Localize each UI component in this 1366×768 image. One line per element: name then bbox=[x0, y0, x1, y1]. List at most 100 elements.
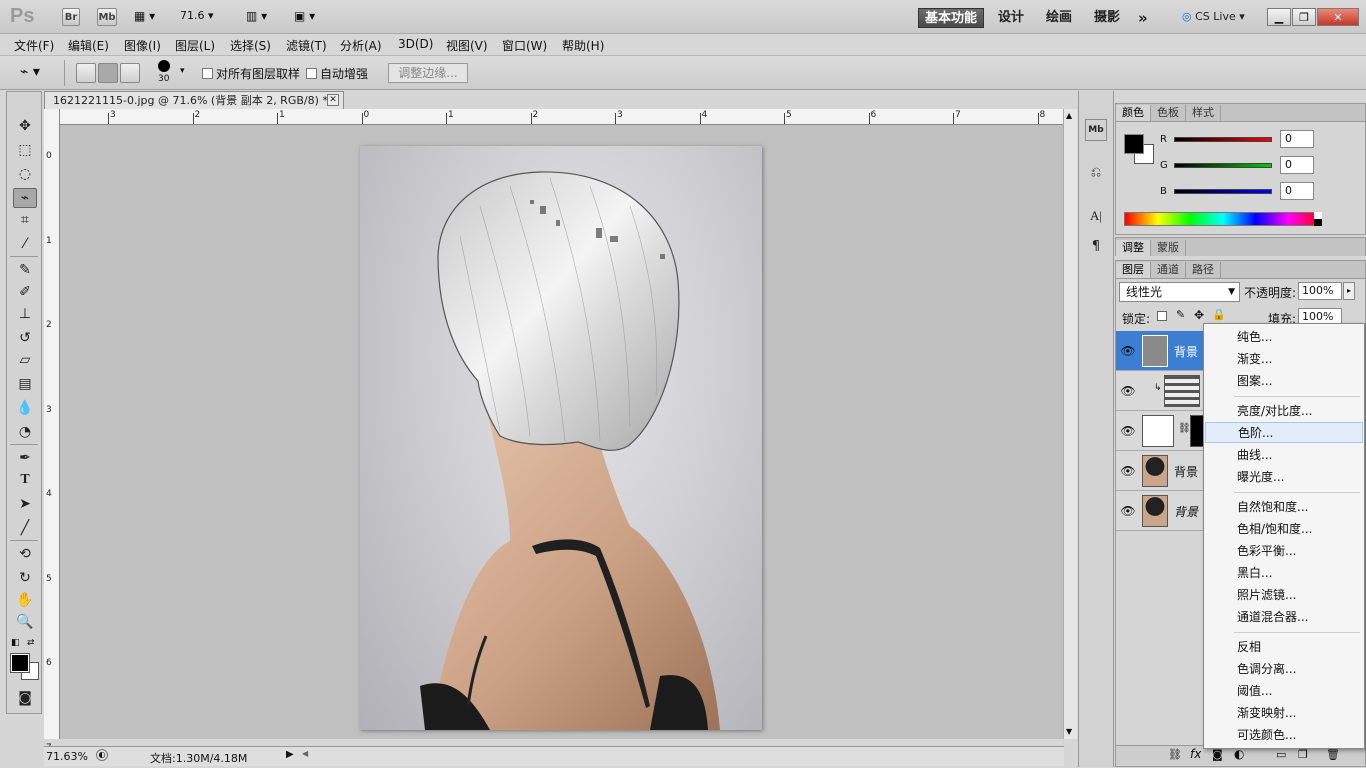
zoom-readout[interactable]: 71.63% bbox=[46, 750, 88, 763]
minimize-button[interactable]: ▁ bbox=[1267, 8, 1291, 26]
layer-row[interactable]: 👁 背景 bbox=[1116, 331, 1204, 371]
tool-preset-picker[interactable]: ⌁ ▾ bbox=[20, 64, 56, 82]
dodge-tool-icon[interactable]: ◔ bbox=[13, 422, 37, 442]
menu-item-gradient[interactable]: 渐变... bbox=[1205, 349, 1363, 370]
close-button[interactable]: ✕ bbox=[1317, 8, 1359, 26]
menu-item-pattern[interactable]: 图案... bbox=[1205, 371, 1363, 392]
mini-bridge-button[interactable]: Mb bbox=[97, 8, 117, 26]
status-menu-arrow-icon[interactable]: ▶ bbox=[286, 749, 294, 760]
document-image[interactable] bbox=[360, 146, 762, 730]
cs-live-menu[interactable]: ◎ CS Live ▾ bbox=[1182, 10, 1245, 23]
menu-select[interactable]: 选择(S) bbox=[230, 37, 271, 54]
subtract-selection-brush-icon[interactable] bbox=[120, 63, 140, 83]
gradient-tool-icon[interactable]: ▤ bbox=[13, 374, 37, 394]
menu-item-gradient-map[interactable]: 渐变映射... bbox=[1205, 703, 1363, 724]
menu-item-curves[interactable]: 曲线... bbox=[1205, 445, 1363, 466]
menu-item-hue-saturation[interactable]: 色相/饱和度... bbox=[1205, 519, 1363, 540]
crop-tool-icon[interactable]: ⌗ bbox=[13, 210, 37, 230]
scroll-left-icon[interactable]: ◀ bbox=[302, 749, 308, 758]
screen-mode-dropdown[interactable]: ▣ ▾ bbox=[294, 9, 328, 25]
add-mask-icon[interactable]: ◙ bbox=[1212, 748, 1223, 761]
workspace-design[interactable]: 设计 bbox=[992, 8, 1030, 28]
scroll-down-icon[interactable]: ▼ bbox=[1066, 727, 1072, 736]
3d-orbit-tool-icon[interactable]: ↻ bbox=[13, 568, 37, 588]
eraser-tool-icon[interactable]: ▱ bbox=[13, 350, 37, 370]
status-options-icon[interactable]: ◐ bbox=[96, 749, 108, 761]
menu-item-exposure[interactable]: 曝光度... bbox=[1205, 467, 1363, 488]
menu-item-channel-mixer[interactable]: 通道混合器... bbox=[1205, 607, 1363, 628]
layer-row[interactable]: 👁 背景 bbox=[1116, 491, 1204, 531]
history-panel-icon[interactable]: ⎌ bbox=[1085, 161, 1107, 183]
menu-item-posterize[interactable]: 色调分离... bbox=[1205, 659, 1363, 680]
layer-row[interactable]: 👁 背景 bbox=[1116, 451, 1204, 491]
tab-adjustments[interactable]: 调整 bbox=[1116, 240, 1151, 256]
brush-picker-arrow-icon[interactable]: ▾ bbox=[180, 66, 185, 76]
menu-item-solid-color[interactable]: 纯色... bbox=[1205, 327, 1363, 348]
opacity-input[interactable]: 100% bbox=[1298, 282, 1342, 300]
new-selection-brush-icon[interactable] bbox=[76, 63, 96, 83]
tab-layers[interactable]: 图层 bbox=[1116, 262, 1151, 278]
menu-item-black-white[interactable]: 黑白... bbox=[1205, 563, 1363, 584]
menu-item-invert[interactable]: 反相 bbox=[1205, 637, 1363, 658]
close-document-icon[interactable]: ✕ bbox=[327, 94, 339, 106]
menu-3d[interactable]: 3D(D) bbox=[398, 37, 433, 51]
lock-pixels-icon[interactable]: ✎ bbox=[1176, 308, 1185, 321]
red-value[interactable]: 0 bbox=[1280, 130, 1314, 148]
menu-filter[interactable]: 滤镜(T) bbox=[286, 37, 327, 54]
menu-edit[interactable]: 编辑(E) bbox=[68, 37, 109, 54]
paragraph-panel-icon[interactable]: ¶ bbox=[1085, 235, 1107, 257]
color-spectrum-bar[interactable] bbox=[1124, 212, 1322, 226]
blue-slider[interactable] bbox=[1174, 189, 1272, 194]
tab-paths[interactable]: 路径 bbox=[1186, 262, 1221, 278]
menu-view[interactable]: 视图(V) bbox=[446, 37, 488, 54]
type-tool-icon[interactable]: T bbox=[13, 470, 37, 490]
layer-row[interactable]: 👁 ⛓ bbox=[1116, 411, 1204, 451]
quick-mask-icon[interactable]: ◙ bbox=[13, 688, 37, 708]
healing-brush-tool-icon[interactable]: ✎ bbox=[13, 260, 37, 280]
lasso-tool-icon[interactable]: ◌ bbox=[13, 164, 37, 184]
tab-swatches[interactable]: 色板 bbox=[1151, 105, 1186, 121]
menu-item-levels[interactable]: 色阶... bbox=[1205, 422, 1363, 443]
bridge-button[interactable]: Br bbox=[62, 8, 80, 26]
menu-item-color-balance[interactable]: 色彩平衡... bbox=[1205, 541, 1363, 562]
layer-row[interactable]: 👁 ↳ bbox=[1116, 371, 1204, 411]
lock-position-icon[interactable]: ✥ bbox=[1194, 308, 1204, 322]
menu-item-brightness-contrast[interactable]: 亮度/对比度... bbox=[1205, 401, 1363, 422]
line-tool-icon[interactable]: ╱ bbox=[13, 518, 37, 538]
sample-all-layers-checkbox[interactable] bbox=[202, 68, 213, 79]
green-value[interactable]: 0 bbox=[1280, 156, 1314, 174]
workspace-painting[interactable]: 绘画 bbox=[1040, 8, 1078, 28]
pen-tool-icon[interactable]: ✒ bbox=[13, 448, 37, 468]
menu-item-photo-filter[interactable]: 照片滤镜... bbox=[1205, 585, 1363, 606]
refine-edge-button[interactable]: 调整边缘... bbox=[388, 63, 468, 83]
layer-style-icon[interactable]: fx bbox=[1190, 747, 1201, 761]
default-colors-icon[interactable]: ◧ bbox=[11, 638, 20, 648]
hand-tool-icon[interactable]: ✋ bbox=[13, 590, 37, 610]
vertical-scrollbar[interactable]: ▲ ▼ bbox=[1063, 109, 1077, 739]
scroll-up-icon[interactable]: ▲ bbox=[1066, 111, 1072, 120]
lock-all-icon[interactable]: 🔒 bbox=[1212, 308, 1226, 321]
character-panel-icon[interactable]: A| bbox=[1085, 205, 1107, 227]
tab-color[interactable]: 颜色 bbox=[1116, 105, 1151, 121]
swap-colors-icon[interactable]: ⇄ bbox=[27, 638, 35, 648]
path-selection-tool-icon[interactable]: ➤ bbox=[13, 494, 37, 514]
add-selection-brush-icon[interactable] bbox=[98, 63, 118, 83]
workspace-photography[interactable]: 摄影 bbox=[1088, 8, 1126, 28]
green-slider[interactable] bbox=[1174, 163, 1272, 168]
workspace-essentials[interactable]: 基本功能 bbox=[918, 8, 985, 28]
mini-bridge-panel-icon[interactable]: Mb bbox=[1085, 119, 1107, 141]
visibility-eye-icon[interactable]: 👁 bbox=[1120, 383, 1136, 399]
opacity-slider-arrow-icon[interactable]: ▸ bbox=[1343, 282, 1355, 300]
visibility-eye-icon[interactable]: 👁 bbox=[1120, 503, 1136, 519]
menu-layer[interactable]: 图层(L) bbox=[175, 37, 215, 54]
foreground-color-swatch[interactable] bbox=[10, 653, 30, 673]
view-extras-dropdown[interactable]: ▦ ▾ bbox=[134, 9, 168, 25]
new-layer-icon[interactable]: ❐ bbox=[1298, 748, 1308, 761]
red-slider[interactable] bbox=[1174, 137, 1272, 142]
restore-button[interactable]: ❐ bbox=[1292, 8, 1316, 26]
visibility-eye-icon[interactable]: 👁 bbox=[1120, 463, 1136, 479]
link-layers-icon[interactable]: ⛓ bbox=[1168, 748, 1182, 761]
3d-rotate-tool-icon[interactable]: ⟲ bbox=[13, 544, 37, 564]
quick-selection-tool-icon[interactable]: ⌁ bbox=[13, 188, 37, 208]
document-tab[interactable]: 1621221115-0.jpg @ 71.6% (背景 副本 2, RGB/8… bbox=[44, 91, 344, 109]
